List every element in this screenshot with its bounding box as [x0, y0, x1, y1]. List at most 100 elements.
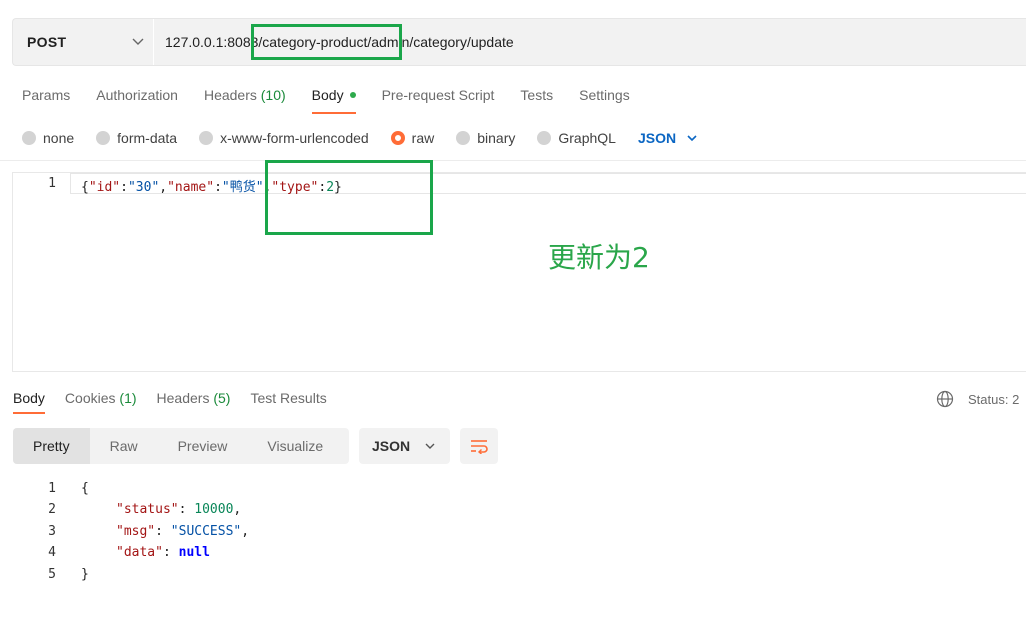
body-type-options: none form-data x-www-form-urlencoded raw…	[22, 128, 698, 148]
code-token: "msg"	[116, 524, 156, 539]
tab-body[interactable]: Body	[311, 86, 356, 114]
radio-icon	[456, 131, 471, 145]
code-token: 10000	[194, 502, 234, 517]
tab-count: (5)	[213, 390, 231, 406]
body-format-label: JSON	[637, 130, 677, 146]
tab-response-headers[interactable]: Headers (5)	[157, 390, 231, 414]
radio-label: binary	[477, 130, 516, 146]
response-view-switch: Pretty Raw Preview Visualize	[13, 428, 349, 464]
code-token: {	[81, 180, 89, 195]
radio-label: raw	[411, 130, 435, 146]
response-status: Status: 2	[936, 390, 1019, 408]
tab-pre-request-script[interactable]: Pre-request Script	[382, 86, 495, 112]
code-token: :	[162, 545, 179, 560]
radio-icon	[96, 131, 111, 145]
tab-tests[interactable]: Tests	[520, 86, 553, 112]
code-token: :	[155, 524, 171, 539]
code-token: ,	[241, 524, 250, 539]
method-select[interactable]: POST	[13, 19, 154, 65]
tab-authorization[interactable]: Authorization	[96, 86, 178, 112]
globe-icon[interactable]	[936, 390, 954, 408]
annotation-text: 更新为2	[548, 241, 650, 274]
body-type-binary[interactable]: binary	[456, 130, 515, 146]
code-token: :	[214, 180, 222, 195]
code-token: {	[81, 481, 89, 496]
line-number: 1	[48, 176, 56, 191]
tab-label: Settings	[579, 87, 630, 103]
code-token: null	[178, 545, 210, 560]
tab-count: (10)	[260, 87, 286, 103]
tab-label: Headers	[203, 87, 257, 103]
code-token: }	[81, 567, 89, 582]
view-visualize[interactable]: Visualize	[247, 428, 343, 464]
radio-label: form-data	[117, 130, 178, 146]
tab-response-body[interactable]: Body	[13, 390, 45, 414]
response-line: "status": 10000,	[116, 502, 241, 517]
body-type-urlencoded[interactable]: x-www-form-urlencoded	[199, 130, 369, 146]
divider	[0, 160, 1026, 161]
code-token: "data"	[116, 545, 163, 560]
tab-label: Authorization	[96, 87, 178, 103]
tab-label: Body	[311, 87, 344, 103]
body-type-form-data[interactable]: form-data	[96, 130, 177, 146]
radio-label: none	[43, 130, 75, 146]
tab-count: (1)	[119, 390, 137, 406]
view-preview[interactable]: Preview	[158, 428, 248, 464]
tab-headers[interactable]: Headers (10)	[204, 86, 286, 112]
method-label: POST	[27, 34, 67, 50]
radio-label: x-www-form-urlencoded	[220, 130, 369, 146]
body-type-none[interactable]: none	[22, 130, 74, 146]
line-number: 1	[48, 481, 56, 496]
radio-selected-icon	[390, 131, 405, 145]
response-line: {	[81, 481, 89, 496]
tab-test-results[interactable]: Test Results	[250, 390, 326, 414]
chevron-down-icon	[425, 443, 435, 449]
tab-label: Test Results	[250, 390, 327, 406]
tab-label: Headers	[156, 390, 210, 406]
code-token: ,	[233, 502, 242, 517]
url-highlight-box	[251, 24, 402, 60]
response-format-select[interactable]: JSON	[359, 428, 450, 464]
response-line: "msg": "SUCCESS",	[116, 524, 249, 539]
response-line: "data": null	[116, 545, 210, 560]
line-number: 3	[48, 524, 56, 539]
tab-params[interactable]: Params	[22, 86, 70, 112]
wrap-lines-icon	[471, 440, 488, 454]
response-format-label: JSON	[372, 438, 411, 454]
line-number: 5	[48, 567, 56, 582]
view-pretty[interactable]: Pretty	[13, 428, 90, 464]
modified-dot-icon	[349, 92, 356, 98]
code-token: :	[178, 502, 195, 517]
body-format-select[interactable]: JSON	[638, 130, 698, 146]
line-number: 2	[48, 502, 56, 517]
radio-label: GraphQL	[558, 130, 616, 146]
request-body-editor[interactable]	[12, 172, 1026, 372]
radio-icon	[22, 131, 36, 145]
tab-label: Body	[13, 390, 45, 406]
tab-label: Tests	[520, 87, 554, 103]
chevron-down-icon	[132, 38, 144, 45]
code-token: ,	[159, 180, 168, 195]
code-token: "id"	[88, 180, 121, 195]
response-line: }	[81, 567, 89, 582]
code-token: "status"	[116, 502, 179, 517]
response-tabs: Body Cookies (1) Headers (5) Test Result…	[13, 390, 347, 414]
view-raw[interactable]: Raw	[90, 428, 158, 464]
radio-icon	[199, 131, 214, 145]
tab-cookies[interactable]: Cookies (1)	[65, 390, 137, 414]
tab-label: Cookies	[64, 390, 116, 406]
request-bar: POST	[12, 18, 1026, 66]
code-token: "name"	[167, 180, 215, 195]
status-label: Status: 2	[968, 391, 1020, 407]
line-number: 4	[48, 545, 56, 560]
wrap-lines-button[interactable]	[460, 428, 498, 464]
code-token: "鸭货"	[221, 180, 264, 195]
request-tabs: Params Authorization Headers (10) Body P…	[22, 86, 656, 116]
chevron-down-icon	[687, 135, 697, 142]
body-type-graphql[interactable]: GraphQL	[537, 130, 616, 146]
code-token: :	[120, 180, 128, 195]
tab-settings[interactable]: Settings	[579, 86, 630, 112]
tab-label: Params	[22, 87, 71, 103]
radio-icon	[537, 131, 552, 145]
body-type-raw[interactable]: raw	[390, 130, 435, 146]
